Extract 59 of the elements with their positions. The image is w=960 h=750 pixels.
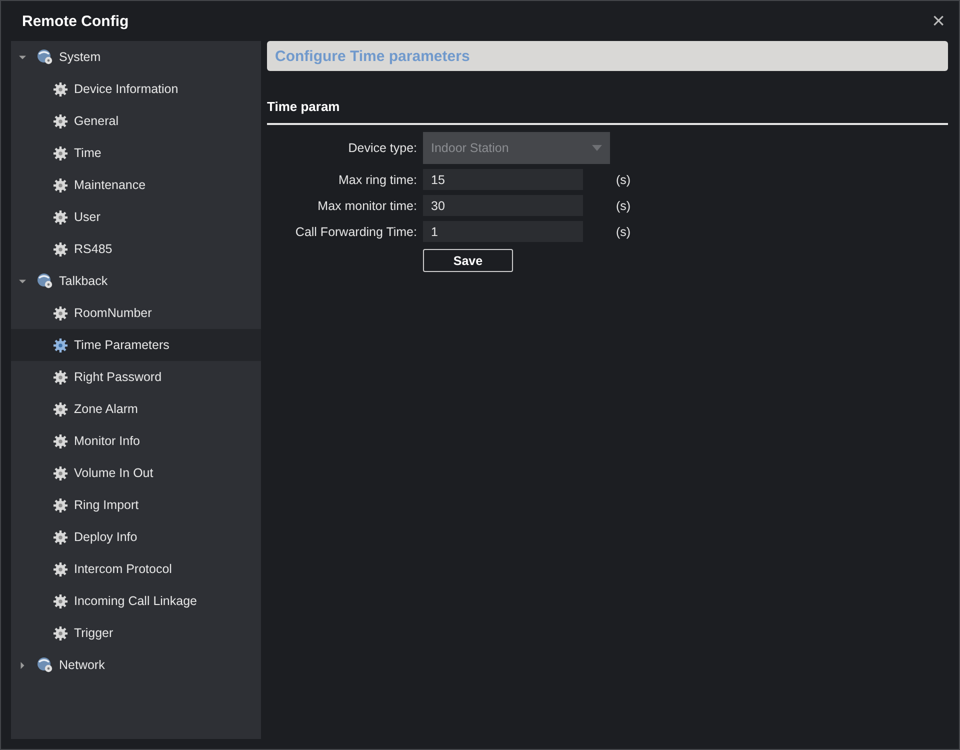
gear-icon [53,178,68,192]
gear-icon [53,242,68,256]
tree-item[interactable]: RoomNumber [11,297,261,329]
globe-gear-icon [37,273,53,289]
gear-icon [53,306,68,320]
gear-icon [53,402,68,416]
unit-label: (s) [616,198,632,212]
gear-icon [53,434,68,448]
gear-icon [53,498,68,512]
unit-label: (s) [616,172,632,186]
gear-icon [53,114,68,128]
tree-item[interactable]: Time Parameters [11,329,261,361]
input-field[interactable]: 15 [423,169,583,190]
tree-item[interactable]: General [11,105,261,137]
tree-item[interactable]: Talkback [11,265,261,297]
gear-icon [53,626,68,640]
tree-item[interactable]: Device Information [11,73,261,105]
tree-item[interactable]: System [11,41,261,73]
tree-item[interactable]: Ring Import [11,489,261,521]
page-header: Configure Time parameters [267,41,948,71]
tree-item[interactable]: Deploy Info [11,521,261,553]
tree-item[interactable]: Monitor Info [11,425,261,457]
globe-gear-icon [37,49,53,65]
gear-icon [53,594,68,608]
globe-gear-icon [37,657,53,673]
tree-item[interactable]: Volume In Out [11,457,261,489]
tree-item[interactable]: Trigger [11,617,261,649]
field-label: Max monitor time: [316,198,417,212]
tree-item[interactable]: Network [11,649,261,681]
gear-icon [53,466,68,480]
close-button[interactable]: × [928,10,949,32]
tree-item[interactable]: Zone Alarm [11,393,261,425]
save-button[interactable]: Save [423,249,513,272]
gear-icon [53,530,68,544]
unit-label: (s) [616,224,632,238]
collapse-arrow-icon[interactable] [19,278,26,284]
gear-icon [53,338,68,352]
tree-item[interactable]: User [11,201,261,233]
field-label: Max ring time: [338,172,417,186]
tree-item[interactable]: Right Password [11,361,261,393]
gear-icon [53,210,68,224]
input-field[interactable]: 1 [423,221,583,242]
tree-item[interactable]: Time [11,137,261,169]
field-label: Device type: [347,141,417,155]
gear-icon [53,82,68,96]
window-title: Remote Config [22,12,129,30]
collapse-arrow-icon[interactable] [19,54,26,60]
gear-icon [53,146,68,160]
expand-arrow-icon[interactable] [19,662,26,668]
input-field[interactable]: 30 [423,195,583,216]
dropdown-arrow-icon [592,145,602,151]
tree-item[interactable]: Intercom Protocol [11,553,261,585]
gear-icon [53,370,68,384]
tree-item[interactable]: RS485 [11,233,261,265]
gear-icon [53,562,68,576]
section-title: Time param [267,99,948,125]
field-label: Call Forwarding Time: [294,224,417,238]
tree-item[interactable]: Maintenance [11,169,261,201]
tree-item[interactable]: Incoming Call Linkage [11,585,261,617]
